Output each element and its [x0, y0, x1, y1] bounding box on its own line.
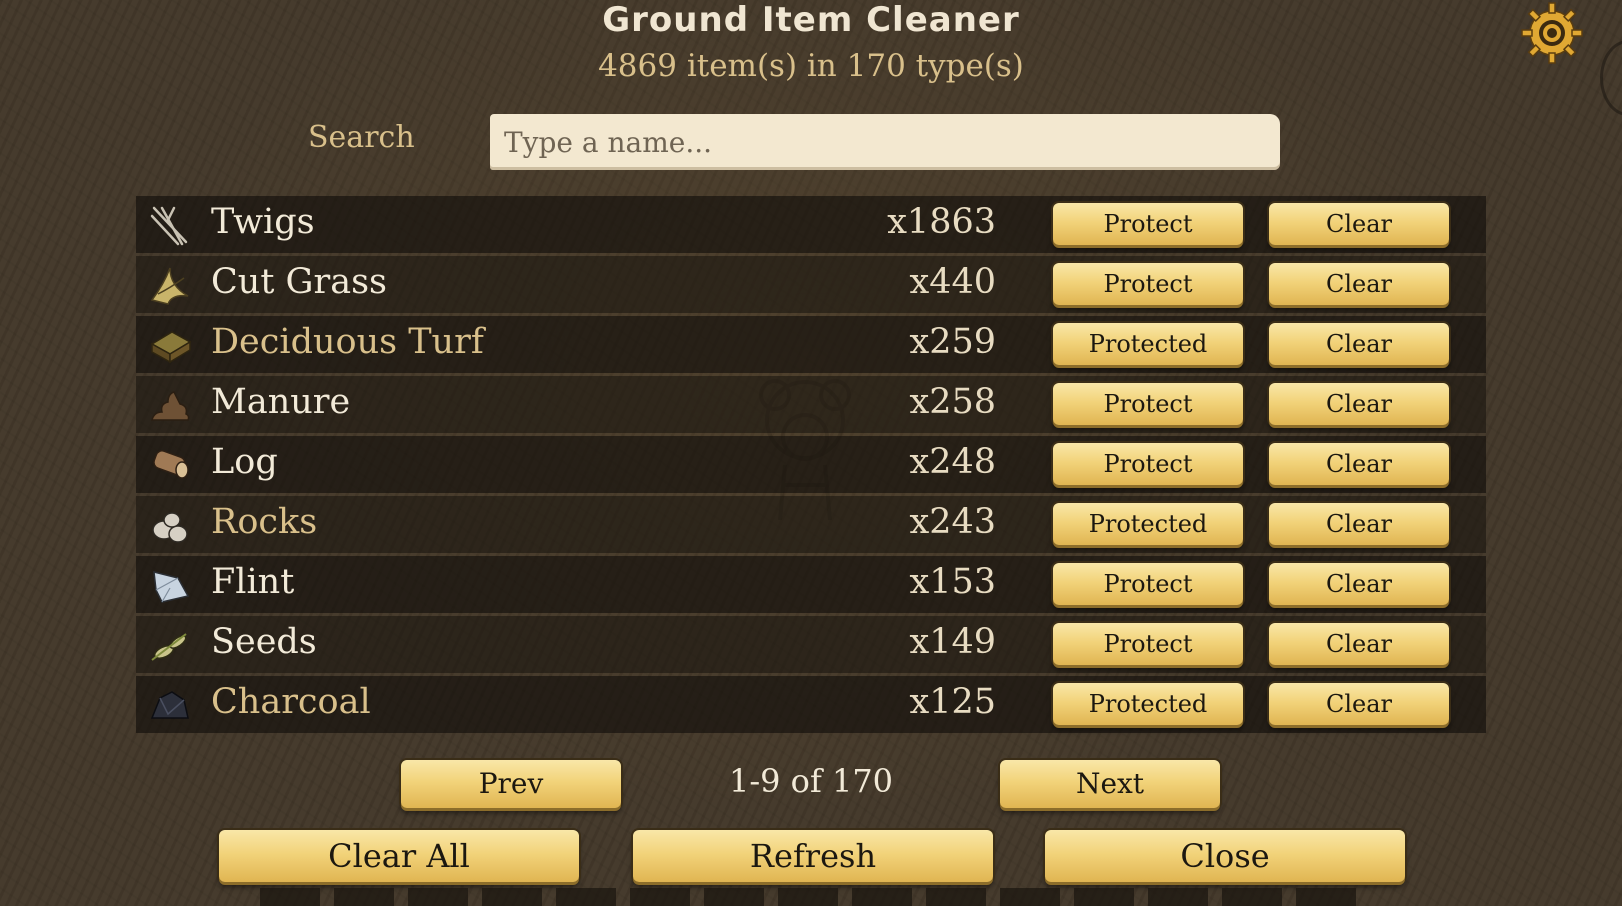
clear-button[interactable]: Clear: [1269, 503, 1449, 545]
decorative-bottom-bar: [260, 888, 1360, 906]
clear-button[interactable]: Clear: [1269, 623, 1449, 665]
clear-button[interactable]: Clear: [1269, 383, 1449, 425]
item-count: x258: [909, 382, 996, 422]
next-button[interactable]: Next: [1000, 760, 1220, 808]
clear-button[interactable]: Clear: [1269, 263, 1449, 305]
item-name: Twigs: [211, 202, 315, 242]
clear-button[interactable]: Clear: [1269, 563, 1449, 605]
item-name: Deciduous Turf: [211, 322, 484, 362]
search-input[interactable]: [490, 114, 1280, 170]
clear-button[interactable]: Clear: [1269, 683, 1449, 725]
item-count: x1863: [887, 202, 996, 242]
item-count: x243: [909, 502, 996, 542]
close-button[interactable]: Close: [1045, 830, 1405, 882]
refresh-button[interactable]: Refresh: [633, 830, 993, 882]
list-item: Twigs x1863 Protect Clear: [136, 196, 1486, 253]
rocks-icon: [152, 512, 188, 543]
clear-button[interactable]: Clear: [1269, 443, 1449, 485]
item-count: x440: [909, 262, 996, 302]
clear-button[interactable]: Clear: [1269, 323, 1449, 365]
item-name: Log: [211, 442, 278, 482]
item-name: Seeds: [211, 622, 317, 662]
item-count: x248: [909, 442, 996, 482]
list-item: Cut Grass x440 Protect Clear: [136, 256, 1486, 313]
item-list: Twigs x1863 Protect Clear Cut Grass x440…: [136, 196, 1486, 736]
page-indicator: 1-9 of 170: [728, 762, 894, 800]
item-name: Manure: [211, 382, 351, 422]
protect-button[interactable]: Protect: [1053, 383, 1243, 425]
list-item: Charcoal x125 Protected Clear: [136, 676, 1486, 733]
list-item: Deciduous Turf x259 Protected Clear: [136, 316, 1486, 373]
manure-icon: [151, 391, 190, 421]
item-name: Flint: [211, 562, 295, 602]
protect-button[interactable]: Protect: [1053, 623, 1243, 665]
clear-all-button[interactable]: Clear All: [219, 830, 579, 882]
deciduous-turf-icon: [150, 331, 192, 364]
item-count: x149: [909, 622, 996, 662]
protect-button[interactable]: Protect: [1053, 263, 1243, 305]
cut-grass-icon: [150, 267, 189, 305]
item-count: x153: [909, 562, 996, 602]
log-icon: [153, 450, 189, 479]
protect-button[interactable]: Protect: [1053, 563, 1243, 605]
item-name: Charcoal: [211, 682, 371, 722]
item-name: Rocks: [211, 502, 318, 542]
protect-button[interactable]: Protect: [1053, 443, 1243, 485]
gear-icon[interactable]: [1521, 2, 1583, 64]
item-name: Cut Grass: [211, 262, 387, 302]
item-count: x259: [909, 322, 996, 362]
item-count: x125: [909, 682, 996, 722]
clear-button[interactable]: Clear: [1269, 203, 1449, 245]
protected-button[interactable]: Protected: [1053, 503, 1243, 545]
twigs-icon: [150, 206, 188, 246]
protect-button[interactable]: Protect: [1053, 203, 1243, 245]
seeds-icon: [151, 633, 187, 661]
charcoal-icon: [150, 691, 189, 719]
page-title: Ground Item Cleaner: [602, 0, 1020, 40]
protected-button[interactable]: Protected: [1053, 683, 1243, 725]
flint-icon: [153, 571, 190, 603]
item-summary: 4869 item(s) in 170 type(s): [598, 48, 1024, 84]
search-label: Search: [308, 120, 415, 155]
list-item: Rocks x243 Protected Clear: [136, 496, 1486, 553]
list-item: Seeds x149 Protect Clear: [136, 616, 1486, 673]
list-item: Flint x153 Protect Clear: [136, 556, 1486, 613]
protected-button[interactable]: Protected: [1053, 323, 1243, 365]
list-item: Log x248 Protect Clear: [136, 436, 1486, 493]
list-item: Manure x258 Protect Clear: [136, 376, 1486, 433]
